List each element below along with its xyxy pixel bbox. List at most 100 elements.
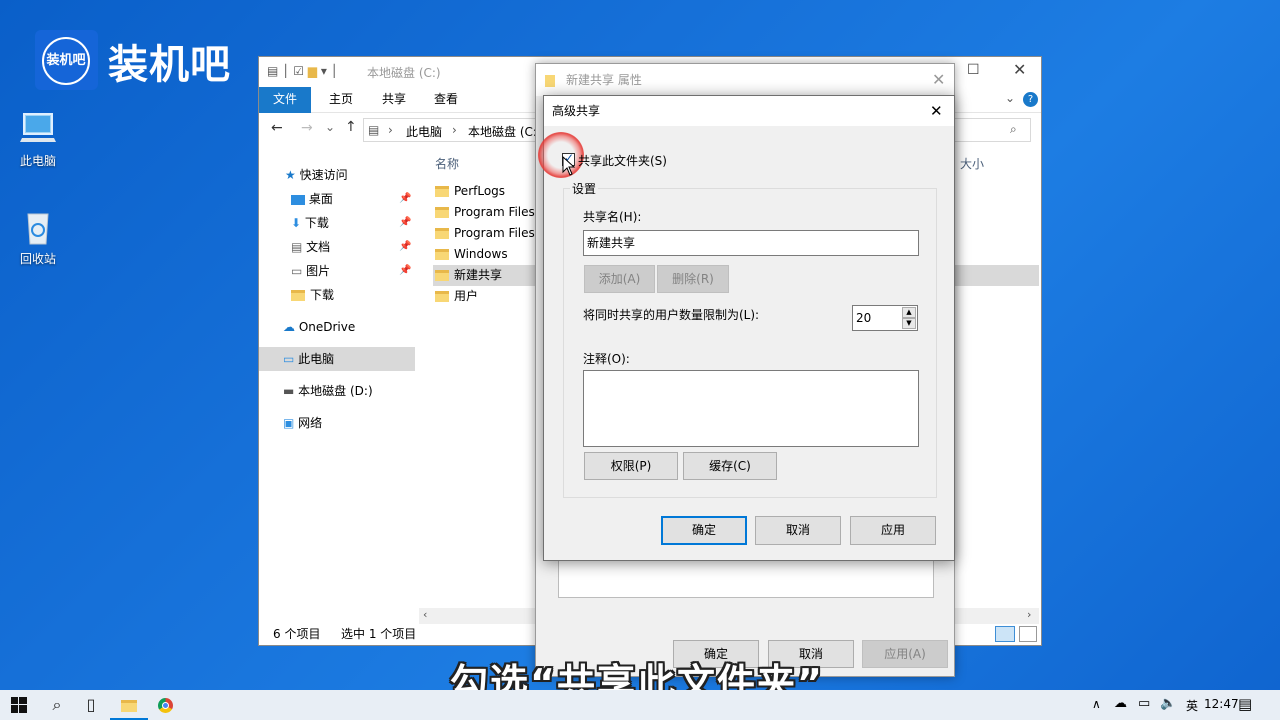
- share-folder-label[interactable]: 共享此文件夹(S): [578, 152, 667, 169]
- drive-icon: ▬: [283, 384, 295, 398]
- nav-pictures[interactable]: ▭ 图片 📌: [259, 259, 415, 283]
- file-explorer-taskbar-icon[interactable]: [110, 690, 148, 720]
- ribbon-expand-icon[interactable]: ⌄: [1005, 91, 1015, 105]
- help-icon[interactable]: ?: [1023, 92, 1038, 107]
- address-bar[interactable]: ▤ › 此电脑 › 本地磁盘 (C:: [363, 118, 543, 142]
- pin-icon[interactable]: 📌: [399, 235, 411, 259]
- breadcrumb-this-pc[interactable]: 此电脑: [406, 123, 442, 140]
- permissions-button[interactable]: 权限(P): [584, 452, 678, 480]
- comment-textarea[interactable]: [583, 370, 919, 447]
- chevron-icon: ›: [452, 123, 457, 137]
- apply-button[interactable]: 应用: [850, 516, 936, 545]
- cache-button[interactable]: 缓存(C): [683, 452, 777, 480]
- nav-label: 图片: [306, 264, 331, 278]
- star-icon: ★: [285, 168, 296, 182]
- language-indicator[interactable]: 英: [1186, 697, 1198, 714]
- stepper-up-icon[interactable]: ▲: [902, 307, 916, 318]
- brand-logo-text: 装机吧: [108, 42, 231, 88]
- pin-icon[interactable]: 📌: [399, 259, 411, 283]
- nav-drive-d[interactable]: ▬ 本地磁盘 (D:): [259, 379, 415, 403]
- tab-share[interactable]: 共享: [368, 87, 420, 113]
- maximize-icon[interactable]: ☐: [967, 62, 980, 78]
- search-icon: ⌕: [1010, 122, 1017, 136]
- nav-label: 快速访问: [299, 168, 348, 182]
- stepper-down-icon[interactable]: ▼: [902, 318, 916, 329]
- search-input[interactable]: ⌕: [953, 118, 1031, 142]
- notification-icon[interactable]: ▤: [1238, 695, 1252, 713]
- folder-icon: [435, 228, 449, 239]
- recycle-bin-icon: [27, 213, 49, 245]
- quick-access-toolbar[interactable]: ▤ │ ☑ ▆ ▾ │: [267, 64, 338, 78]
- breadcrumb-drive-c[interactable]: 本地磁盘 (C:: [468, 123, 537, 140]
- user-limit-stepper[interactable]: 20 ▲ ▼: [852, 305, 918, 331]
- details-view-icon[interactable]: [995, 626, 1015, 642]
- nav-label: 本地磁盘 (D:): [298, 384, 373, 398]
- nav-label: 文档: [306, 240, 331, 254]
- mouse-cursor-icon: [562, 156, 576, 176]
- folder-icon: [545, 75, 555, 87]
- file-name: Windows: [454, 247, 508, 261]
- selected-count: 选中 1 个项目: [341, 627, 417, 641]
- remove-button[interactable]: 删除(R): [657, 265, 729, 293]
- close-icon[interactable]: ✕: [1013, 60, 1026, 79]
- cancel-button[interactable]: 取消: [755, 516, 841, 545]
- ok-button[interactable]: 确定: [661, 516, 747, 545]
- folder-icon: [435, 207, 449, 218]
- task-view-icon[interactable]: ▯: [72, 690, 110, 720]
- up-icon[interactable]: ↑: [345, 119, 357, 135]
- desktop-icon-this-pc[interactable]: 此电脑: [10, 108, 66, 169]
- large-icons-view-icon[interactable]: [1019, 626, 1037, 642]
- pin-icon[interactable]: 📌: [399, 211, 411, 235]
- nav-this-pc[interactable]: ▭ 此电脑: [259, 347, 415, 371]
- nav-downloads[interactable]: ⬇ 下载 📌: [259, 211, 415, 235]
- explorer-title: 本地磁盘 (C:): [367, 66, 441, 80]
- tab-home[interactable]: 主页: [315, 87, 367, 113]
- close-icon[interactable]: ✕: [932, 64, 945, 96]
- cloud-icon[interactable]: ☁: [1114, 696, 1127, 711]
- properties-titlebar: 新建共享 属性 ✕: [536, 64, 954, 96]
- pin-icon[interactable]: 📌: [399, 187, 411, 211]
- nav-downloads-folder[interactable]: 下载: [259, 283, 415, 307]
- desktop-icon-recycle-bin[interactable]: 回收站: [10, 206, 66, 267]
- nav-label: 下载: [304, 216, 329, 230]
- share-name-label: 共享名(H):: [583, 210, 642, 224]
- share-name-input[interactable]: 新建共享: [583, 230, 919, 256]
- clock[interactable]: 12:47: [1204, 697, 1239, 711]
- forward-icon[interactable]: →: [301, 120, 313, 136]
- tab-view[interactable]: 查看: [420, 87, 472, 113]
- close-icon[interactable]: ✕: [930, 96, 943, 126]
- user-limit-value: 20: [856, 311, 872, 325]
- comment-label: 注释(O):: [583, 352, 630, 366]
- nav-onedrive[interactable]: ☁ OneDrive: [259, 315, 415, 339]
- folder-icon: [291, 290, 305, 301]
- folder-icon: [435, 186, 449, 197]
- desktop-icon-label: 此电脑: [19, 154, 56, 168]
- volume-icon[interactable]: 🔈: [1160, 696, 1176, 711]
- apply-button[interactable]: 应用(A): [862, 640, 948, 668]
- file-name: PerfLogs: [454, 184, 506, 198]
- file-name: 用户: [454, 289, 479, 303]
- chevron-up-icon[interactable]: ∧: [1092, 697, 1101, 711]
- back-icon[interactable]: ←: [271, 120, 283, 136]
- scroll-right-icon[interactable]: ›: [1027, 608, 1031, 621]
- add-button[interactable]: 添加(A): [584, 265, 655, 293]
- column-header-name[interactable]: 名称: [435, 153, 459, 175]
- nav-label: 此电脑: [298, 352, 335, 366]
- network-icon[interactable]: ▭: [1138, 696, 1150, 711]
- nav-quick-access[interactable]: ★ 快速访问: [259, 163, 415, 187]
- nav-label: 下载: [310, 288, 335, 302]
- nav-network[interactable]: ▣ 网络: [259, 411, 415, 435]
- nav-documents[interactable]: ▤ 文档 📌: [259, 235, 415, 259]
- search-icon[interactable]: ⌕: [38, 690, 76, 720]
- folder-icon: [435, 291, 449, 302]
- tab-file[interactable]: 文件: [259, 87, 312, 113]
- recent-dropdown-icon[interactable]: ⌄: [325, 120, 335, 134]
- network-icon: ▣: [283, 416, 295, 430]
- nav-desktop[interactable]: 桌面 📌: [259, 187, 415, 211]
- start-button[interactable]: [0, 690, 38, 720]
- scroll-left-icon[interactable]: ‹: [423, 608, 427, 621]
- column-header-size[interactable]: 大小: [960, 153, 984, 175]
- chrome-icon[interactable]: [146, 690, 184, 720]
- picture-icon: ▭: [291, 264, 303, 278]
- item-count: 6 个项目: [273, 627, 321, 641]
